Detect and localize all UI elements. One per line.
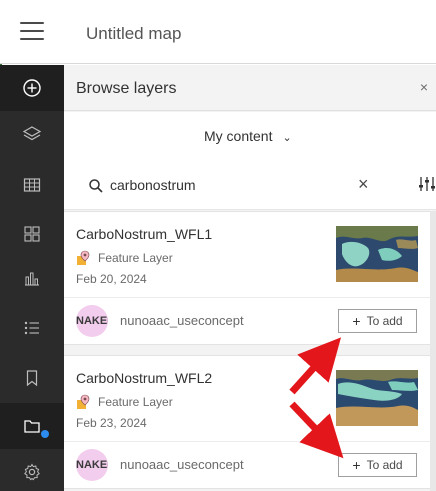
content-scope-dropdown[interactable]: My content ⌄ [204, 128, 292, 144]
search-icon [89, 179, 103, 193]
clear-search-button[interactable]: × [358, 174, 369, 195]
add-layer-button[interactable]: + To add [338, 309, 417, 333]
panel-title: Browse layers [76, 80, 177, 97]
layer-thumbnail[interactable] [336, 370, 418, 426]
add-layer-label: To add [366, 314, 403, 328]
layer-type-label: Feature Layer [98, 395, 173, 409]
layer-result-card[interactable]: CarboNostrum_WFL2 Feature Layer Feb 23, … [64, 355, 430, 489]
layer-date: Feb 20, 2024 [76, 272, 147, 286]
left-toolbar [0, 65, 64, 491]
feature-layer-icon [77, 394, 90, 409]
add-layer-button[interactable]: + To add [338, 453, 417, 477]
layer-result-card[interactable]: CarboNostrum_WFL1 Feature Layer Feb 20, … [64, 211, 430, 345]
owner-name: nunoaac_useconcept [120, 457, 244, 472]
browse-layers-panel: Browse layers × My content ⌄ × CarboNostr… [64, 65, 436, 491]
results-scrollbar[interactable] [430, 211, 436, 491]
table-icon[interactable] [0, 162, 64, 208]
layer-owner-row: NAKEI nunoaac_useconcept + To add [64, 442, 430, 488]
owner-name: nunoaac_useconcept [120, 313, 244, 328]
avatar: NAKEI [76, 449, 108, 481]
plus-icon: + [352, 313, 361, 329]
bookmark-icon[interactable] [0, 355, 64, 401]
search-input[interactable] [110, 174, 340, 196]
content-scope-label: My content [204, 128, 273, 144]
notification-dot [41, 430, 49, 438]
add-icon[interactable] [0, 65, 64, 111]
layer-result-main[interactable]: CarboNostrum_WFL1 Feature Layer Feb 20, … [64, 212, 430, 298]
basemap-icon[interactable] [0, 211, 64, 257]
menu-icon[interactable] [20, 22, 44, 42]
layer-result-main[interactable]: CarboNostrum_WFL2 Feature Layer Feb 23, … [64, 356, 430, 442]
plus-icon: + [352, 457, 361, 473]
layer-type-label: Feature Layer [98, 251, 173, 265]
browse-layers-icon[interactable] [0, 403, 64, 449]
map-title[interactable]: Untitled map [86, 24, 181, 44]
charts-icon[interactable] [0, 255, 64, 301]
layer-owner-row: NAKEI nunoaac_useconcept + To add [64, 298, 430, 344]
layer-type: Feature Layer [76, 250, 173, 266]
search-row: × [64, 162, 436, 210]
layers-icon[interactable] [0, 111, 64, 157]
app-header: Untitled map [0, 0, 436, 64]
layer-type: Feature Layer [76, 394, 173, 410]
layer-title: CarboNostrum_WFL2 [76, 370, 213, 386]
content-scope-row: My content ⌄ [64, 112, 436, 162]
panel-header: Browse layers × [64, 65, 436, 111]
feature-layer-icon [77, 250, 90, 265]
legend-icon[interactable] [0, 305, 64, 351]
settings-icon[interactable] [0, 449, 64, 491]
close-panel-button[interactable]: × [420, 79, 428, 95]
filter-icon[interactable] [418, 175, 436, 193]
layer-title: CarboNostrum_WFL1 [76, 226, 213, 242]
add-layer-label: To add [366, 458, 403, 472]
chevron-down-icon: ⌄ [282, 132, 292, 144]
layer-thumbnail[interactable] [336, 226, 418, 282]
layer-date: Feb 23, 2024 [76, 416, 147, 430]
avatar: NAKEI [76, 305, 108, 337]
